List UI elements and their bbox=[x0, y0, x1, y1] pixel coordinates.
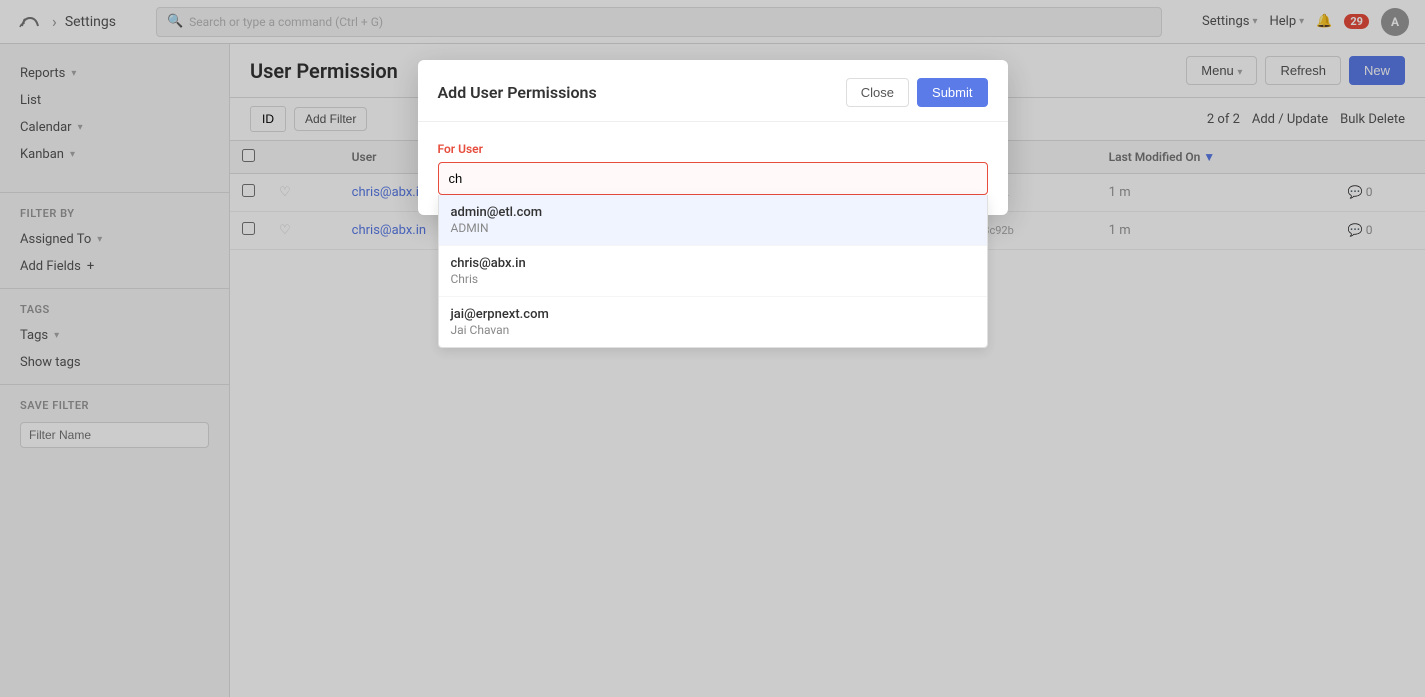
user-dropdown: admin@etl.com ADMIN chris@abx.in Chris j… bbox=[438, 195, 988, 348]
modal-body: For User admin@etl.com ADMIN chris@abx.i… bbox=[418, 122, 1008, 215]
modal-close-button[interactable]: Close bbox=[846, 78, 909, 107]
modal-header: Add User Permissions Close Submit bbox=[418, 60, 1008, 122]
for-user-label: For User bbox=[438, 142, 988, 156]
user-search-input[interactable] bbox=[438, 162, 988, 195]
modal-submit-button[interactable]: Submit bbox=[917, 78, 987, 107]
dropdown-item-name: ADMIN bbox=[451, 221, 975, 235]
dropdown-item[interactable]: jai@erpnext.com Jai Chavan bbox=[439, 297, 987, 347]
dropdown-item-email: admin@etl.com bbox=[451, 205, 975, 220]
user-input-wrapper: admin@etl.com ADMIN chris@abx.in Chris j… bbox=[438, 162, 988, 195]
dropdown-item-email: jai@erpnext.com bbox=[451, 307, 975, 322]
dropdown-item-name: Chris bbox=[451, 272, 975, 286]
add-user-permissions-modal: Add User Permissions Close Submit For Us… bbox=[418, 60, 1008, 215]
dropdown-item[interactable]: chris@abx.in Chris bbox=[439, 246, 987, 297]
dropdown-item[interactable]: admin@etl.com ADMIN bbox=[439, 195, 987, 246]
modal-title: Add User Permissions bbox=[438, 83, 597, 102]
dropdown-item-name: Jai Chavan bbox=[451, 323, 975, 337]
dropdown-item-email: chris@abx.in bbox=[451, 256, 975, 271]
modal-overlay: Add User Permissions Close Submit For Us… bbox=[0, 0, 1425, 697]
modal-actions: Close Submit bbox=[846, 78, 988, 107]
